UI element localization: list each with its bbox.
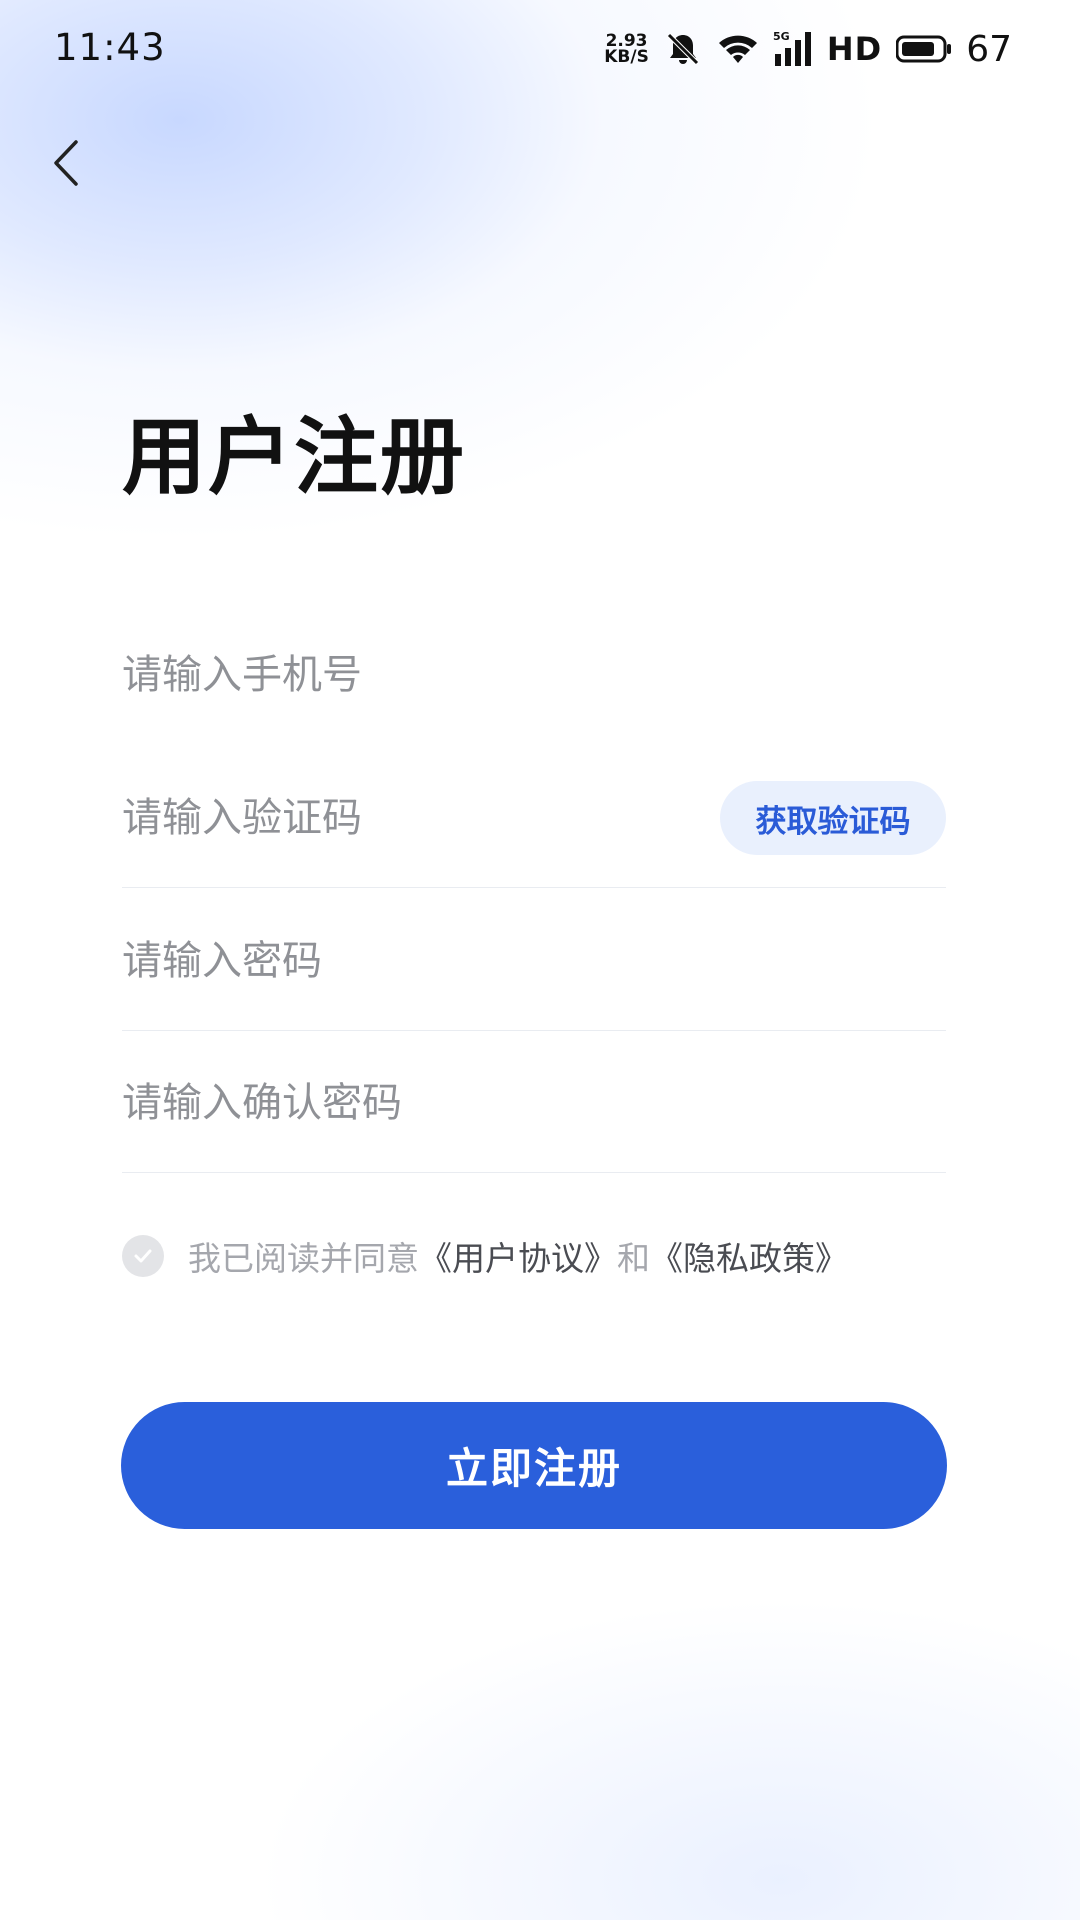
divider (122, 1030, 946, 1031)
confirm-password-row (122, 1033, 946, 1173)
network-speed-unit: KB/S (604, 47, 649, 67)
verification-code-row: 获取验证码 (122, 748, 946, 888)
chevron-left-icon (54, 140, 78, 186)
signal-icon: 5G (773, 30, 813, 68)
user-agreement-link[interactable]: 《用户协议》 (419, 1239, 617, 1278)
back-button[interactable] (40, 128, 90, 198)
password-row (122, 891, 946, 1031)
agreement-text: 我已阅读并同意《用户协议》和《隐私政策》 (188, 1232, 848, 1280)
agreement-checkbox[interactable] (122, 1235, 164, 1277)
network-speed: 2.93 KB/S (604, 33, 649, 67)
confirm-password-input[interactable] (122, 1033, 946, 1173)
network-type: 5G (773, 30, 790, 43)
privacy-policy-link[interactable]: 《隐私政策》 (650, 1239, 848, 1278)
register-button[interactable]: 立即注册 (121, 1402, 947, 1529)
phone-field-row (122, 605, 946, 745)
status-bar: 11:43 2.93 KB/S 5G HD 67 (0, 0, 1080, 100)
get-code-button[interactable]: 获取验证码 (720, 781, 946, 855)
page-title: 用户注册 (122, 408, 467, 506)
agreement-prefix: 我已阅读并同意 (188, 1239, 419, 1278)
battery-level: 67 (966, 28, 1012, 70)
status-time: 11:43 (54, 26, 166, 69)
status-icons: 2.93 KB/S 5G HD 67 (604, 24, 1012, 74)
password-input[interactable] (122, 891, 946, 1031)
mute-bell-icon (663, 29, 703, 69)
phone-input[interactable] (122, 605, 946, 745)
divider (122, 887, 946, 888)
agreement-conjunction: 和 (617, 1239, 650, 1278)
agreement-row: 我已阅读并同意《用户协议》和《隐私政策》 (122, 1232, 848, 1280)
check-icon (134, 1249, 152, 1263)
battery-icon (896, 34, 952, 64)
divider (122, 1172, 946, 1173)
wifi-icon (717, 31, 759, 67)
hd-label: HD (826, 30, 883, 68)
register-screen: 11:43 2.93 KB/S 5G HD 67 用户注册 请输入手机号 请输入… (0, 0, 1080, 1920)
